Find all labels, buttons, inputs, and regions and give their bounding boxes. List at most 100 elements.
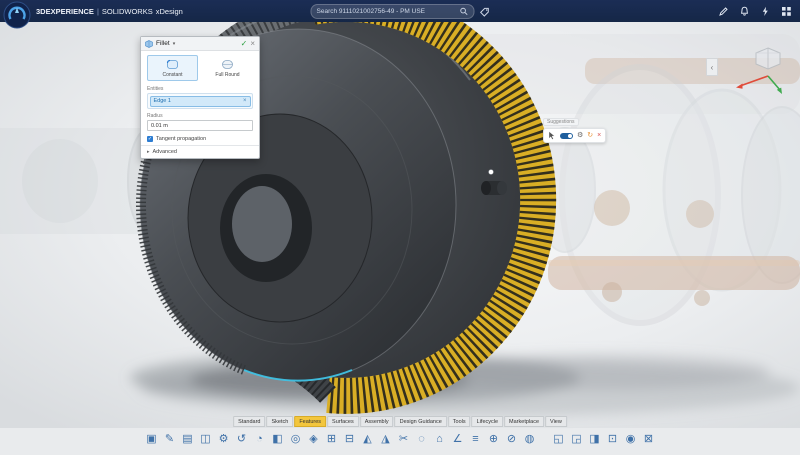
- material-icon[interactable]: ◍: [522, 431, 537, 448]
- tab-view[interactable]: View: [545, 416, 567, 427]
- fillet-feature-icon: [145, 40, 153, 48]
- chevron-down-icon[interactable]: ▾: [173, 41, 176, 47]
- search-text: Search 9111021002756-49 - PM USE: [317, 8, 426, 15]
- tab-features[interactable]: Features: [294, 416, 326, 427]
- chevron-left-icon: ‹: [711, 63, 714, 72]
- bottom-tabs: StandardSketchFeaturesSurfacesAssemblyDe…: [233, 416, 567, 427]
- tab-lifecycle[interactable]: Lifecycle: [472, 416, 503, 427]
- full-round-fillet-icon: [221, 59, 234, 70]
- tangent-propagation-row[interactable]: ✓ Tangent propagation: [141, 132, 259, 145]
- extrude-icon[interactable]: ▤: [180, 431, 195, 448]
- tab-design-guidance[interactable]: Design Guidance: [395, 416, 447, 427]
- chamfer-icon[interactable]: ◧: [270, 431, 285, 448]
- bell-icon[interactable]: [739, 6, 750, 17]
- tab-sketch[interactable]: Sketch: [266, 416, 293, 427]
- tab-tools[interactable]: Tools: [448, 416, 471, 427]
- suggestions-toggle[interactable]: [560, 133, 573, 139]
- x-axis-arrow: [736, 76, 768, 89]
- brand: 3DEXPERIENCE | SOLIDWORKS xDesign: [36, 7, 183, 16]
- view-front-icon[interactable]: ◱: [551, 431, 566, 448]
- brand-3dexperience: 3DEXPERIENCE: [36, 7, 94, 16]
- confirm-button[interactable]: ✓: [241, 40, 248, 48]
- tab-assembly[interactable]: Assembly: [360, 416, 394, 427]
- hole-icon[interactable]: ◎: [288, 431, 303, 448]
- revolve-icon[interactable]: ◫: [198, 431, 213, 448]
- view-orientation-triad[interactable]: [728, 42, 792, 98]
- top-bar: 3DEXPERIENCE | SOLIDWORKS xDesign Search…: [0, 0, 800, 22]
- apps-grid-icon[interactable]: [781, 6, 792, 17]
- brand-separator: |: [97, 7, 99, 16]
- advanced-label: Advanced: [153, 149, 177, 155]
- settings-icon[interactable]: ⚙: [216, 431, 231, 448]
- draft-icon[interactable]: ◭: [360, 431, 375, 448]
- gear-icon[interactable]: ⚙: [577, 132, 583, 140]
- hub-pin: [481, 181, 507, 195]
- view-iso-icon[interactable]: ⊡: [605, 431, 620, 448]
- tab-marketplace[interactable]: Marketplace: [504, 416, 544, 427]
- sweep-icon[interactable]: ◌: [414, 431, 429, 448]
- panel-collapse-button[interactable]: ‹: [706, 58, 718, 76]
- fillet-dialog-header[interactable]: Fillet ▾ ✓ ×: [141, 37, 259, 51]
- tag-icon[interactable]: [480, 7, 490, 17]
- viewport-scene: [0, 0, 800, 450]
- view-top-icon[interactable]: ◲: [569, 431, 584, 448]
- boolean-add-icon[interactable]: ⊕: [486, 431, 501, 448]
- full-round-fillet-button[interactable]: Full Round: [202, 55, 253, 81]
- cancel-button[interactable]: ×: [250, 40, 255, 48]
- 3ds-compass-logo[interactable]: [3, 1, 31, 29]
- edge-selection-chip[interactable]: Edge 1 ×: [150, 96, 251, 107]
- tangent-propagation-label: Tangent propagation: [156, 136, 206, 142]
- refresh-icon[interactable]: ↻: [587, 132, 593, 140]
- suggestions-toolbar: ⚙ ↻ ×: [543, 128, 606, 143]
- chevron-right-icon: ▸: [147, 149, 150, 155]
- tab-surfaces[interactable]: Surfaces: [327, 416, 359, 427]
- entities-label: Entities: [147, 86, 253, 92]
- radius-input[interactable]: 0.01 m: [147, 120, 253, 131]
- compose-icon[interactable]: [718, 6, 729, 17]
- display-style-icon[interactable]: ⊠: [641, 431, 656, 448]
- cursor-icon[interactable]: [548, 131, 556, 140]
- full-round-label: Full Round: [215, 72, 239, 78]
- edge-chip-label: Edge 1: [154, 98, 171, 104]
- rib-icon[interactable]: ◮: [378, 431, 393, 448]
- brand-solidworks: SOLIDWORKS: [102, 7, 153, 16]
- constant-fillet-button[interactable]: Constant: [147, 55, 198, 81]
- bottom-toolbar-views: ◱◲◨⊡◉⊠: [551, 431, 656, 448]
- search-icon[interactable]: [460, 7, 469, 16]
- constant-fillet-icon: [166, 59, 179, 70]
- topbar-icons: [718, 0, 792, 22]
- close-icon[interactable]: ×: [597, 132, 601, 140]
- advanced-expander[interactable]: ▸ Advanced: [141, 145, 259, 158]
- brand-xdesign: xDesign: [156, 7, 183, 16]
- combine-icon[interactable]: ⊞: [324, 431, 339, 448]
- suggestions-panel: Suggestions ⚙ ↻ ×: [543, 110, 606, 143]
- radius-value: 0.01 m: [151, 123, 168, 129]
- lightning-icon[interactable]: [760, 6, 771, 17]
- bottom-toolbar: ▣✎▤◫⚙↺◔◧◎◈⊞⊟◭◮✂◌⌂∠≡⊕⊘◍ ◱◲◨⊡◉⊠: [144, 431, 656, 448]
- undo-icon[interactable]: ↺: [234, 431, 249, 448]
- tangent-propagation-checkbox[interactable]: ✓: [147, 136, 153, 142]
- subtract-icon[interactable]: ⊟: [342, 431, 357, 448]
- bottom-toolbar-main: ▣✎▤◫⚙↺◔◧◎◈⊞⊟◭◮✂◌⌂∠≡⊕⊘◍: [144, 431, 537, 448]
- fillet-icon[interactable]: ◔: [252, 431, 267, 448]
- fillet-dialog: Fillet ▾ ✓ × Constant Full Round Entitie…: [140, 36, 260, 159]
- properties-icon[interactable]: ≡: [468, 431, 483, 448]
- boolean-remove-icon[interactable]: ⊘: [504, 431, 519, 448]
- shell-icon[interactable]: ⌂: [432, 431, 447, 448]
- trim-icon[interactable]: ✂: [396, 431, 411, 448]
- tab-standard[interactable]: Standard: [233, 416, 265, 427]
- chip-remove-icon[interactable]: ×: [243, 98, 247, 104]
- pattern-icon[interactable]: ◈: [306, 431, 321, 448]
- 3d-viewport[interactable]: [0, 0, 800, 450]
- view-right-icon[interactable]: ◨: [587, 431, 602, 448]
- suggestions-label: Suggestions: [543, 118, 579, 126]
- radius-label: Radius: [147, 113, 253, 119]
- fillet-type-row: Constant Full Round: [141, 51, 259, 83]
- sketch-icon[interactable]: ✎: [162, 431, 177, 448]
- entities-field[interactable]: Edge 1 ×: [147, 93, 253, 109]
- measure-icon[interactable]: ∠: [450, 431, 465, 448]
- global-search-input[interactable]: Search 9111021002756-49 - PM USE: [311, 4, 475, 19]
- select-icon[interactable]: ▣: [144, 431, 159, 448]
- render-icon[interactable]: ◉: [623, 431, 638, 448]
- fillet-dialog-title: Fillet: [156, 40, 170, 47]
